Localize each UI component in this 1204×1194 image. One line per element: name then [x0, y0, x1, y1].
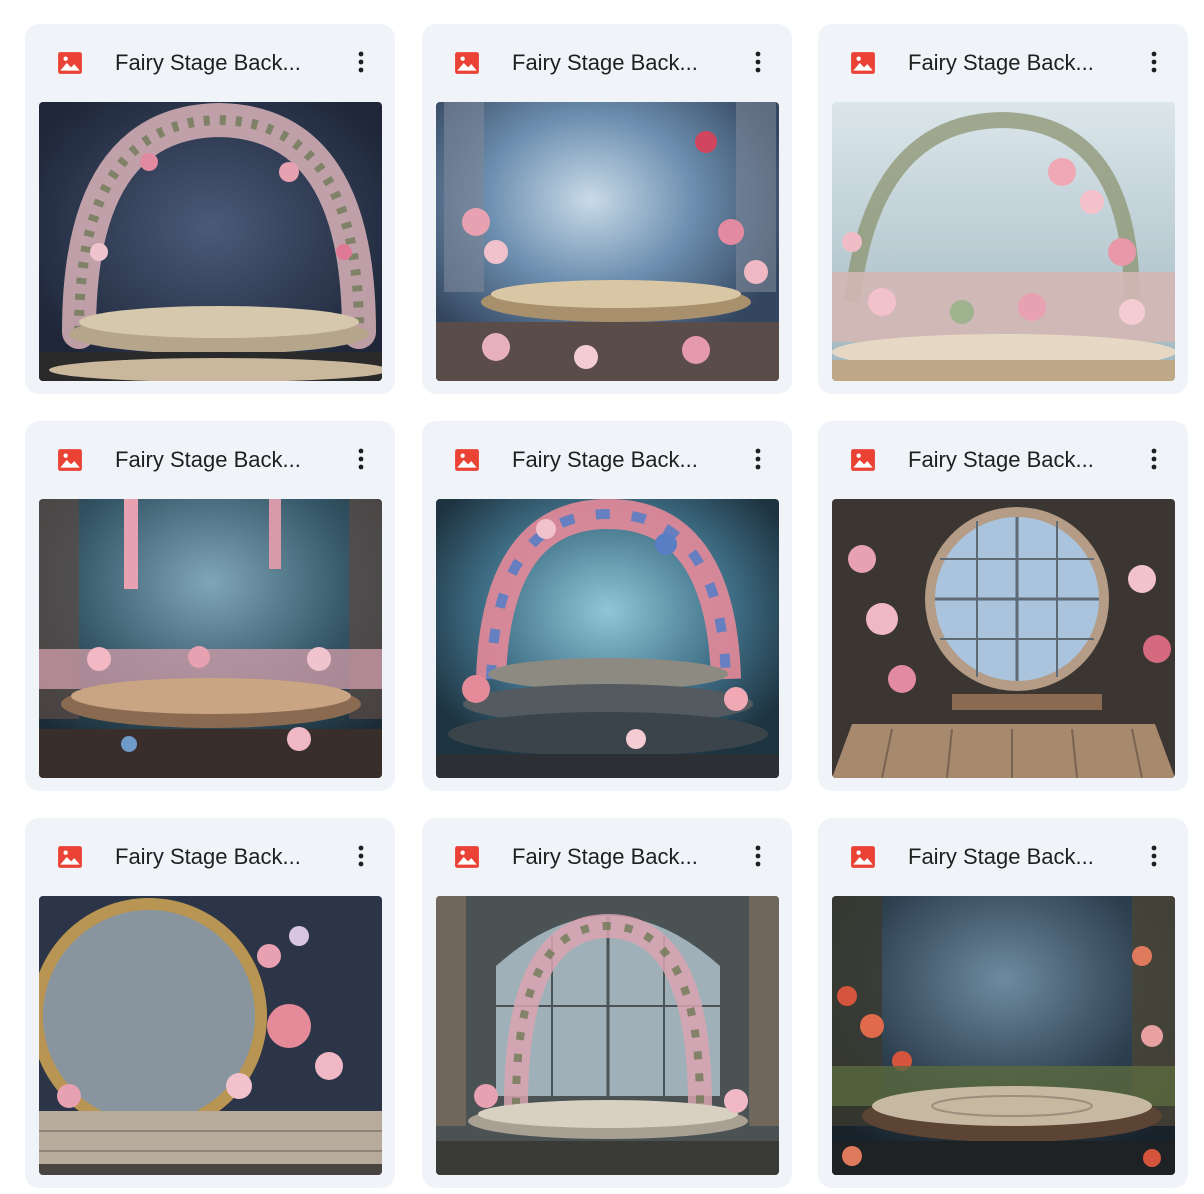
file-card[interactable]: Fairy Stage Back... — [818, 24, 1188, 394]
more-vert-icon — [1151, 448, 1157, 470]
file-thumbnail[interactable] — [832, 896, 1175, 1175]
file-card[interactable]: Fairy Stage Back... — [818, 421, 1188, 791]
file-name[interactable]: Fairy Stage Back... — [908, 48, 1118, 78]
file-name[interactable]: Fairy Stage Back... — [908, 445, 1118, 475]
more-options-button[interactable] — [740, 441, 776, 477]
file-thumbnail[interactable] — [39, 499, 382, 778]
more-vert-icon — [358, 51, 364, 73]
more-options-button[interactable] — [343, 838, 379, 874]
more-vert-icon — [755, 448, 761, 470]
more-vert-icon — [358, 845, 364, 867]
file-card-header: Fairy Stage Back... — [25, 421, 395, 499]
more-options-button[interactable] — [343, 441, 379, 477]
file-thumbnail[interactable] — [39, 896, 382, 1175]
file-card[interactable]: Fairy Stage Back... — [422, 421, 792, 791]
file-card[interactable]: Fairy Stage Back... — [422, 818, 792, 1188]
more-options-button[interactable] — [740, 44, 776, 80]
file-card-header: Fairy Stage Back... — [422, 818, 792, 896]
file-card-header: Fairy Stage Back... — [818, 818, 1188, 896]
image-file-icon — [851, 449, 875, 471]
file-thumbnail[interactable] — [436, 896, 779, 1175]
file-card-header: Fairy Stage Back... — [422, 421, 792, 499]
image-file-icon — [58, 449, 82, 471]
file-name[interactable]: Fairy Stage Back... — [115, 445, 325, 475]
file-card-header: Fairy Stage Back... — [25, 24, 395, 102]
file-name[interactable]: Fairy Stage Back... — [115, 48, 325, 78]
file-name[interactable]: Fairy Stage Back... — [512, 445, 722, 475]
image-file-icon — [455, 846, 479, 868]
file-thumbnail[interactable] — [39, 102, 382, 381]
file-name[interactable]: Fairy Stage Back... — [908, 842, 1118, 872]
file-grid: Fairy Stage Back... Fairy Stage Back... … — [0, 0, 1204, 1194]
file-card[interactable]: Fairy Stage Back... — [25, 24, 395, 394]
more-vert-icon — [1151, 845, 1157, 867]
more-vert-icon — [755, 51, 761, 73]
file-card[interactable]: Fairy Stage Back... — [25, 421, 395, 791]
more-options-button[interactable] — [1136, 44, 1172, 80]
more-options-button[interactable] — [1136, 441, 1172, 477]
more-options-button[interactable] — [1136, 838, 1172, 874]
more-options-button[interactable] — [740, 838, 776, 874]
image-file-icon — [58, 52, 82, 74]
file-name[interactable]: Fairy Stage Back... — [512, 48, 722, 78]
file-name[interactable]: Fairy Stage Back... — [115, 842, 325, 872]
file-card-header: Fairy Stage Back... — [422, 24, 792, 102]
image-file-icon — [851, 52, 875, 74]
file-name[interactable]: Fairy Stage Back... — [512, 842, 722, 872]
file-card-header: Fairy Stage Back... — [818, 421, 1188, 499]
file-card-header: Fairy Stage Back... — [818, 24, 1188, 102]
file-card[interactable]: Fairy Stage Back... — [818, 818, 1188, 1188]
more-options-button[interactable] — [343, 44, 379, 80]
file-card[interactable]: Fairy Stage Back... — [422, 24, 792, 394]
file-thumbnail[interactable] — [832, 102, 1175, 381]
image-file-icon — [851, 846, 875, 868]
image-file-icon — [58, 846, 82, 868]
file-thumbnail[interactable] — [436, 499, 779, 778]
more-vert-icon — [358, 448, 364, 470]
file-thumbnail[interactable] — [832, 499, 1175, 778]
image-file-icon — [455, 449, 479, 471]
file-thumbnail[interactable] — [436, 102, 779, 381]
image-file-icon — [455, 52, 479, 74]
more-vert-icon — [755, 845, 761, 867]
file-card[interactable]: Fairy Stage Back... — [25, 818, 395, 1188]
more-vert-icon — [1151, 51, 1157, 73]
file-card-header: Fairy Stage Back... — [25, 818, 395, 896]
